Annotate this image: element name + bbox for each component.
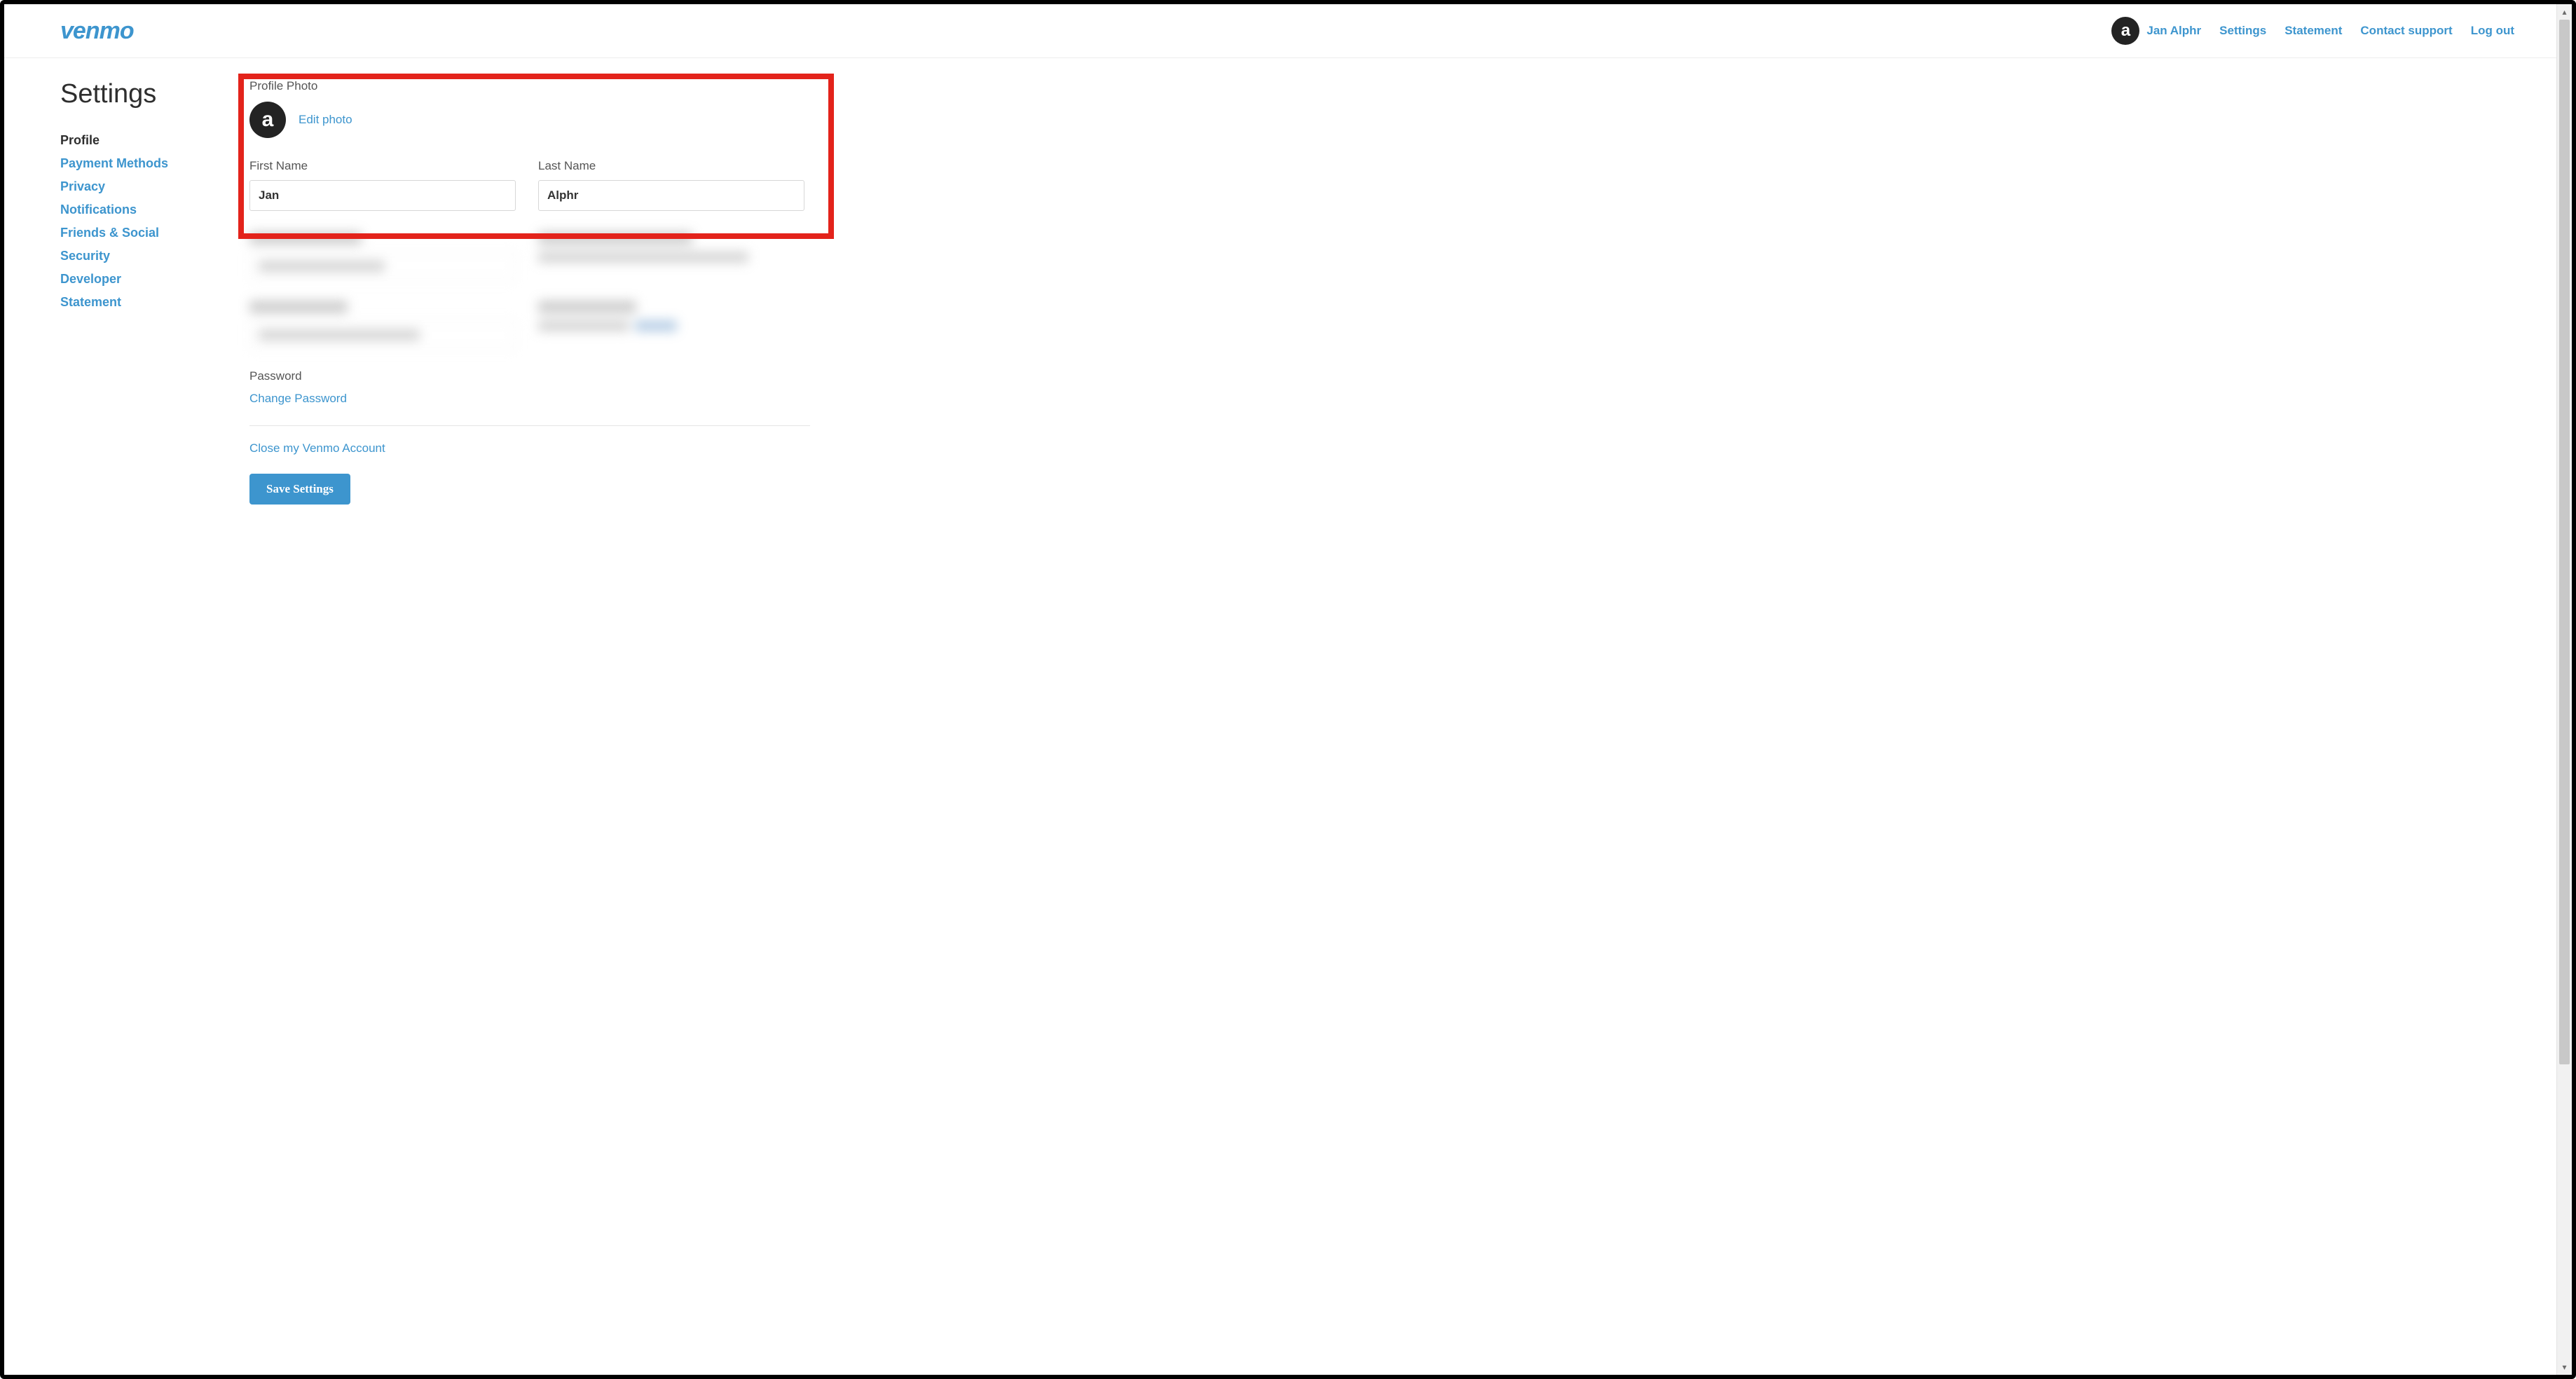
- page-title: Settings: [60, 79, 207, 109]
- save-settings-button[interactable]: Save Settings: [249, 474, 350, 505]
- last-name-label: Last Name: [538, 159, 804, 173]
- redacted-input: [249, 320, 516, 350]
- redacted-text: [538, 320, 629, 331]
- topbar: venmo a Jan Alphr Settings Statement Con…: [4, 4, 2556, 58]
- first-name-input[interactable]: [249, 180, 516, 211]
- sidebar-item-payment-methods[interactable]: Payment Methods: [60, 156, 168, 170]
- left-column: Settings Profile Payment Methods Privacy…: [60, 79, 207, 505]
- scroll-down-arrow-icon[interactable]: ▾: [2557, 1359, 2572, 1375]
- redacted-label: [249, 232, 362, 245]
- sidebar-item-notifications[interactable]: Notifications: [60, 203, 137, 217]
- sidebar-item-statement[interactable]: Statement: [60, 295, 121, 309]
- profile-avatar-icon: a: [249, 102, 286, 138]
- content-wrap: venmo a Jan Alphr Settings Statement Con…: [4, 4, 2556, 1375]
- right-column: Profile Photo a Edit photo First Name La…: [249, 79, 2500, 505]
- last-name-group: Last Name: [538, 159, 804, 211]
- redacted-row-1: [249, 232, 2500, 281]
- redacted-text: [538, 252, 748, 263]
- name-fields-row: First Name Last Name: [249, 159, 2500, 211]
- sidebar-item-developer[interactable]: Developer: [60, 272, 121, 286]
- avatar-icon: a: [2111, 17, 2139, 45]
- app-frame: venmo a Jan Alphr Settings Statement Con…: [0, 0, 2576, 1379]
- password-section: Password Change Password: [249, 369, 2500, 406]
- top-nav: a Jan Alphr Settings Statement Contact s…: [2111, 17, 2514, 45]
- settings-sidebar: Profile Payment Methods Privacy Notifica…: [60, 133, 207, 310]
- sidebar-item-security[interactable]: Security: [60, 249, 110, 263]
- main-area: Settings Profile Payment Methods Privacy…: [4, 58, 2556, 526]
- sidebar-item-friends-social[interactable]: Friends & Social: [60, 226, 159, 240]
- topnav-user[interactable]: a Jan Alphr: [2111, 17, 2201, 45]
- topnav-user-name[interactable]: Jan Alphr: [2146, 24, 2201, 38]
- redacted-label: [249, 301, 348, 313]
- redacted-label: [538, 232, 692, 245]
- topnav-contact-support[interactable]: Contact support: [2360, 24, 2452, 38]
- redacted-row-2: [249, 301, 2500, 350]
- topnav-settings[interactable]: Settings: [2219, 24, 2266, 38]
- change-password-link[interactable]: Change Password: [249, 392, 347, 405]
- section-divider: [249, 425, 810, 426]
- topnav-statement[interactable]: Statement: [2284, 24, 2342, 38]
- redacted-input: [249, 252, 516, 281]
- password-label: Password: [249, 369, 2500, 383]
- redacted-link: [635, 320, 677, 331]
- vertical-scrollbar[interactable]: ▴ ▾: [2556, 4, 2572, 1375]
- sidebar-item-profile[interactable]: Profile: [60, 133, 100, 147]
- sidebar-item-privacy[interactable]: Privacy: [60, 179, 105, 193]
- brand-logo[interactable]: venmo: [60, 18, 134, 45]
- profile-photo-label: Profile Photo: [249, 79, 2500, 93]
- profile-photo-section: Profile Photo a Edit photo: [249, 79, 2500, 138]
- last-name-input[interactable]: [538, 180, 804, 211]
- close-account-link[interactable]: Close my Venmo Account: [249, 441, 385, 455]
- first-name-label: First Name: [249, 159, 516, 173]
- edit-photo-link[interactable]: Edit photo: [299, 113, 352, 127]
- scroll-up-arrow-icon[interactable]: ▴: [2557, 4, 2572, 20]
- scrollbar-thumb[interactable]: [2559, 20, 2570, 1064]
- topnav-logout[interactable]: Log out: [2471, 24, 2514, 38]
- first-name-group: First Name: [249, 159, 516, 211]
- redacted-label: [538, 301, 636, 313]
- scrollbar-track[interactable]: [2557, 20, 2572, 1359]
